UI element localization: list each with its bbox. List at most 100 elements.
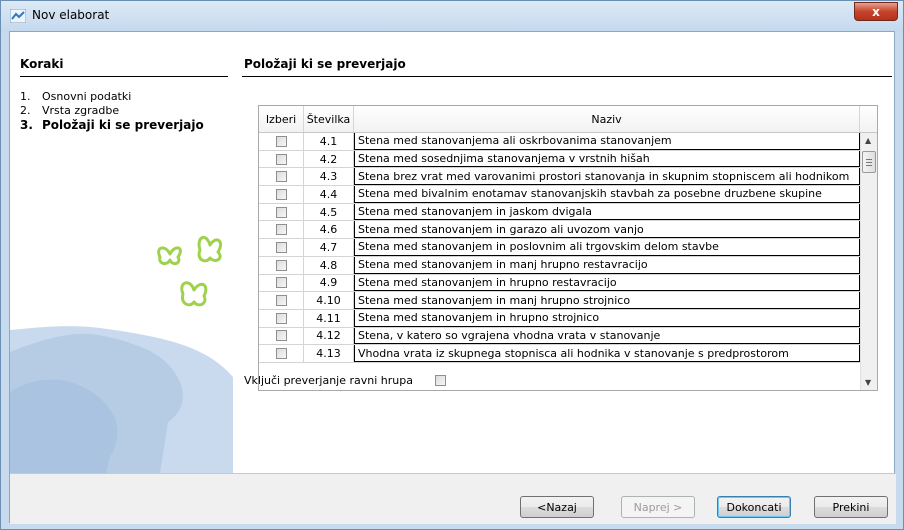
wizard-window: Nov elaborat x Koraki 1. Osnovni podatki… [0,0,904,530]
row-select-cell [259,186,304,203]
window-title: Nov elaborat [32,8,110,22]
row-number: 4.1 [304,133,354,150]
row-checkbox[interactable] [275,259,287,271]
row-select-cell [259,221,304,239]
row-select-cell [259,327,304,345]
table-body: 4.1 Stena med stanovanjema ali oskrbovani… [259,133,860,363]
butterfly-icons [157,235,223,307]
row-checkbox[interactable] [275,224,287,236]
close-button[interactable]: x [854,2,898,21]
scroll-thumb[interactable] [862,151,876,173]
step-item-active: 3. Položaji ki se preverjajo [20,118,204,132]
step-item: 1. Osnovni podatki [20,90,204,104]
row-checkbox[interactable] [275,206,287,218]
title-bar[interactable]: Nov elaborat x [1,1,903,31]
include-noise-checkbox[interactable] [435,375,446,386]
section-divider [242,76,892,77]
row-checkbox[interactable] [275,188,287,200]
row-checkbox[interactable] [275,153,287,165]
row-checkbox[interactable] [275,277,287,289]
include-noise-check-row: Vključi preverjanje ravni hrupa [244,374,446,387]
steps-header: Koraki [20,57,64,71]
scroll-up-icon[interactable]: ▲ [865,136,871,145]
row-select-cell [259,203,304,221]
header-spacer [860,106,877,132]
row-number: 4.13 [304,345,354,362]
row-name: Stena med sosednjima stanovanjema v vrst… [354,150,860,168]
vertical-scrollbar[interactable]: ▲ ▼ [860,133,877,390]
row-number: 4.12 [304,327,354,345]
column-header-number[interactable]: Številka [304,106,354,132]
next-button[interactable]: Naprej > [621,496,695,518]
row-name: Stena med stanovanjem in hrupno restavra… [354,274,860,292]
table-row[interactable]: 4.3 Stena brez vrat med varovanimi prosto… [259,168,860,187]
row-checkbox[interactable] [275,171,287,183]
row-name: Stena med stanovanjem in manj hrupno res… [354,256,860,274]
table-row[interactable]: 4.6 Stena med stanovanjem in garazo ali u… [259,221,860,240]
table-row[interactable]: 4.1 Stena med stanovanjema ali oskrbovani… [259,133,860,151]
table-row[interactable]: 4.5 Stena med stanovanjem in jaskom dviga… [259,203,860,222]
row-number: 4.2 [304,150,354,168]
table-header: Izberi Številka Naziv [259,106,877,133]
row-select-cell [259,239,304,256]
table-row[interactable]: 4.10 Stena med stanovanjem in manj hrupno… [259,292,860,310]
steps-panel: Koraki 1. Osnovni podatki 2. Vrsta zgrad… [10,32,233,473]
row-name: Stena med stanovanjem in manj hrupno str… [354,292,860,309]
steps-divider [20,76,228,77]
step-label: Položaji ki se preverjajo [42,118,204,132]
button-bar: <Nazaj Naprej > Dokoncati Prekini [10,474,896,524]
table-row[interactable]: 4.2 Stena med sosednjima stanovanjema v v… [259,150,860,169]
row-number: 4.6 [304,221,354,239]
main-panel: Položaji ki se preverjajo Izberi Številk… [242,32,896,473]
finish-button[interactable]: Dokoncati [717,496,791,518]
scroll-down-icon[interactable]: ▼ [865,378,871,387]
table-row[interactable]: 4.8 Stena med stanovanjem in manj hrupno … [259,256,860,275]
row-name: Stena med stanovanjem in hrupno strojnic… [354,309,860,327]
row-select-cell [259,345,304,362]
row-select-cell [259,133,304,150]
row-number: 4.7 [304,239,354,256]
step-number: 2. [20,104,31,117]
row-name: Stena med stanovanjema ali oskrbovanima … [354,133,860,150]
row-select-cell [259,274,304,292]
row-name: Stena med bivalnim enotamav stanovanjski… [354,186,860,203]
table-row[interactable]: 4.11 Stena med stanovanjem in hrupno stro… [259,309,860,328]
table-row[interactable]: 4.7 Stena med stanovanjem in poslovnim al… [259,239,860,257]
back-button[interactable]: <Nazaj [520,496,594,518]
column-header-name[interactable]: Naziv [354,106,860,132]
table-row[interactable]: 4.9 Stena med stanovanjem in hrupno resta… [259,274,860,293]
row-select-cell [259,309,304,327]
app-icon [10,9,26,23]
step-label: Osnovni podatki [42,90,132,103]
row-number: 4.10 [304,292,354,309]
table-row[interactable]: 4.4 Stena med bivalnim enotamav stanovanj… [259,186,860,204]
row-checkbox[interactable] [275,312,287,324]
step-number: 3. [20,118,33,132]
row-checkbox[interactable] [275,295,287,307]
step-label: Vrsta zgradbe [42,104,120,117]
row-checkbox[interactable] [275,241,287,253]
row-checkbox[interactable] [275,135,287,147]
row-checkbox[interactable] [275,348,287,360]
section-title: Položaji ki se preverjajo [244,57,406,71]
close-icon: x [872,4,880,19]
column-header-select[interactable]: Izberi [259,106,304,132]
row-name: Stena med stanovanjem in garazo ali uvoz… [354,221,860,239]
row-number: 4.9 [304,274,354,292]
table-row[interactable]: 4.12 Stena, v katero so vgrajena vhodna v… [259,327,860,346]
step-item: 2. Vrsta zgradbe [20,104,204,118]
row-select-cell [259,292,304,309]
steps-list: 1. Osnovni podatki 2. Vrsta zgradbe 3. P… [20,90,204,132]
row-checkbox[interactable] [275,330,287,342]
row-number: 4.8 [304,256,354,274]
table-row[interactable]: 4.13 Vhodna vrata iz skupnega stopnisca a… [259,345,860,363]
positions-table: Izberi Številka Naziv 4.1 Stena med stano… [258,105,878,391]
row-name: Stena, v katero so vgrajena vhodna vrata… [354,327,860,345]
cancel-button[interactable]: Prekini [814,496,888,518]
row-select-cell [259,256,304,274]
step-number: 1. [20,90,31,103]
wizard-body: Koraki 1. Osnovni podatki 2. Vrsta zgrad… [9,31,896,524]
row-select-cell [259,168,304,186]
row-name: Vhodna vrata iz skupnega stopnisca ali h… [354,345,860,362]
row-number: 4.5 [304,203,354,221]
